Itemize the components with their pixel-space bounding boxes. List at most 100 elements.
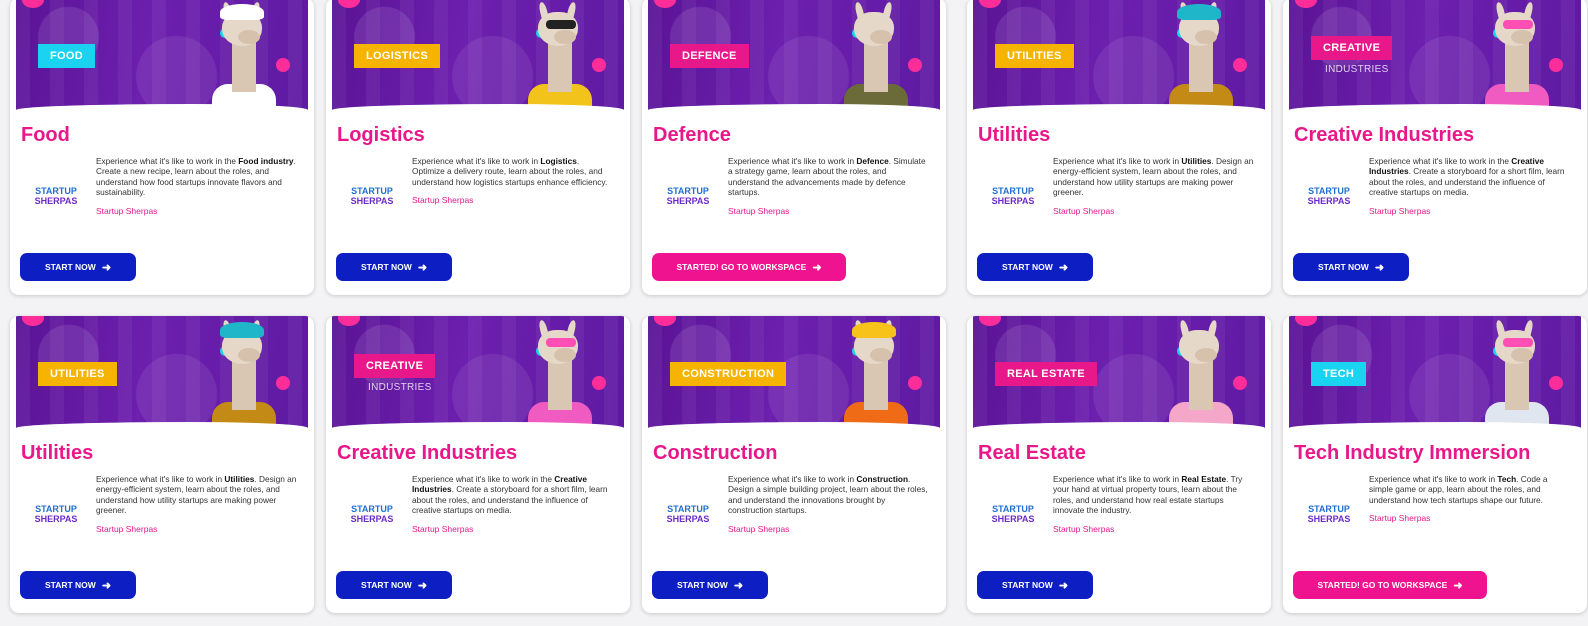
card-title[interactable]: Construction [653, 442, 940, 465]
llama-mascot-icon [844, 319, 908, 428]
card-title[interactable]: Creative Industries [337, 442, 624, 465]
card-description: Experience what it's like to work in Uti… [96, 474, 297, 516]
card-banner: CONSTRUCTION [648, 316, 940, 428]
start-now-button[interactable]: START NOW ➜ [20, 253, 136, 281]
card-description: Experience what it's like to work in Tec… [1369, 474, 1548, 505]
startup-sherpas-logo: STARTUP SHERPAS [34, 504, 78, 524]
organization-name: Startup Sherpas [1369, 205, 1431, 216]
course-card[interactable]: CREATIVE INDUSTRIES Creative Industries … [1283, 0, 1587, 295]
card-description: Experience what it's like to work in the… [1369, 156, 1565, 198]
course-card[interactable]: UTILITIES Utilities STARTUP SHERPAS Expe… [967, 0, 1271, 295]
startup-sherpas-logo: STARTUP SHERPAS [1307, 504, 1351, 524]
llama-mascot-icon [1485, 1, 1549, 110]
category-tag: LOGISTICS [354, 44, 440, 68]
course-card[interactable]: CONSTRUCTION Construction STARTUP SHERPA… [642, 316, 946, 613]
card-text: Experience what it's like to work in Rea… [1053, 474, 1265, 554]
startup-sherpas-logo: STARTUP SHERPAS [350, 504, 394, 524]
organization-name: Startup Sherpas [1369, 513, 1431, 524]
card-description: Experience what it's like to work in Uti… [1053, 156, 1254, 198]
paint-splash [908, 58, 922, 72]
llama-mascot-icon [1169, 1, 1233, 110]
course-card[interactable]: TECH Tech Industry Immersion STARTUP SHE… [1283, 316, 1587, 613]
card-text: Experience what it's like to work in Uti… [96, 474, 308, 554]
card-text: Experience what it's like to work in Def… [728, 156, 940, 236]
card-title[interactable]: Utilities [978, 124, 1265, 147]
arrow-right-icon: ➜ [1058, 261, 1069, 274]
organization-name: Startup Sherpas [728, 205, 790, 216]
paint-splash [1295, 0, 1317, 8]
start-now-button[interactable]: START NOW ➜ [977, 571, 1093, 599]
card-banner: UTILITIES [973, 0, 1265, 110]
arrow-right-icon: ➜ [417, 261, 428, 274]
startup-sherpas-logo: STARTUP SHERPAS [350, 186, 394, 206]
paint-splash [22, 0, 44, 8]
card-banner: DEFENCE [648, 0, 940, 110]
card-banner: UTILITIES [16, 316, 308, 428]
paint-splash [908, 376, 922, 390]
course-card[interactable]: DEFENCE Defence STARTUP SHERPAS Experien… [642, 0, 946, 295]
start-now-button[interactable]: START NOW ➜ [336, 253, 452, 281]
paint-splash [1549, 58, 1563, 72]
paint-splash [592, 376, 606, 390]
organization-name: Startup Sherpas [412, 523, 474, 534]
card-info: STARTUP SHERPAS Experience what it's lik… [1289, 156, 1581, 236]
llama-mascot-icon [212, 1, 276, 110]
arrow-right-icon: ➜ [101, 261, 112, 274]
category-tag-subtitle: INDUSTRIES [368, 382, 432, 393]
course-card[interactable]: LOGISTICS Logistics STARTUP SHERPAS Expe… [326, 0, 630, 295]
course-card[interactable]: CREATIVE INDUSTRIES Creative Industries … [326, 316, 630, 613]
arrow-right-icon: ➜ [812, 261, 822, 274]
category-tag: REAL ESTATE [995, 362, 1097, 386]
paint-splash [1295, 316, 1317, 326]
startup-sherpas-logo: STARTUP SHERPAS [34, 186, 78, 206]
card-text: Experience what it's like to work in Con… [728, 474, 940, 554]
course-card[interactable]: REAL ESTATE Real Estate STARTUP SHERPAS … [967, 316, 1271, 613]
card-title[interactable]: Real Estate [978, 442, 1265, 465]
paint-splash [979, 316, 1001, 326]
card-info: STARTUP SHERPAS Experience what it's lik… [648, 474, 940, 554]
paint-splash [654, 0, 676, 8]
card-description: Experience what it's like to work in Def… [728, 156, 926, 198]
card-title[interactable]: Defence [653, 124, 940, 147]
start-now-button[interactable]: START NOW ➜ [336, 571, 452, 599]
llama-mascot-icon [528, 319, 592, 428]
card-title[interactable]: Utilities [21, 442, 308, 465]
paint-splash [22, 316, 44, 326]
start-now-button[interactable]: START NOW ➜ [977, 253, 1093, 281]
card-description: Experience what it's like to work in Con… [728, 474, 928, 516]
category-tag: UTILITIES [995, 44, 1074, 68]
organization-name: Startup Sherpas [96, 523, 158, 534]
card-info: STARTUP SHERPAS Experience what it's lik… [648, 156, 940, 236]
course-card[interactable]: UTILITIES Utilities STARTUP SHERPAS Expe… [10, 316, 314, 613]
card-title[interactable]: Food [21, 124, 308, 147]
card-banner: REAL ESTATE [973, 316, 1265, 428]
start-now-button[interactable]: START NOW ➜ [1293, 253, 1409, 281]
card-banner: FOOD [16, 0, 308, 110]
card-description: Experience what it's like to work in Rea… [1053, 474, 1243, 516]
card-text: Experience what it's like to work in the… [1369, 156, 1581, 236]
arrow-right-icon: ➜ [1374, 261, 1385, 274]
category-tag: CONSTRUCTION [670, 362, 787, 386]
card-title[interactable]: Tech Industry Immersion [1294, 442, 1581, 465]
paint-splash [1233, 58, 1247, 72]
card-banner: CREATIVE INDUSTRIES [1289, 0, 1581, 110]
card-text: Experience what it's like to work in Uti… [1053, 156, 1265, 236]
start-now-button[interactable]: START NOW ➜ [20, 571, 136, 599]
card-title[interactable]: Creative Industries [1294, 124, 1581, 147]
card-title[interactable]: Logistics [337, 124, 624, 147]
paint-splash [654, 316, 676, 326]
llama-mascot-icon [844, 1, 908, 110]
paint-splash [338, 316, 360, 326]
arrow-right-icon: ➜ [417, 579, 428, 592]
llama-mascot-icon [528, 1, 592, 110]
category-tag-subtitle: INDUSTRIES [1325, 64, 1389, 75]
paint-splash [338, 0, 360, 8]
go-to-workspace-button[interactable]: STARTED! GO TO WORKSPACE ➜ [652, 253, 846, 281]
course-card[interactable]: FOOD Food STARTUP SHERPAS Experience wha… [10, 0, 314, 295]
card-text: Experience what it's like to work in the… [412, 474, 624, 554]
start-now-button[interactable]: START NOW ➜ [652, 571, 768, 599]
category-tag: FOOD [38, 44, 95, 68]
go-to-workspace-button[interactable]: STARTED! GO TO WORKSPACE ➜ [1293, 571, 1487, 599]
organization-name: Startup Sherpas [96, 205, 158, 216]
category-tag: TECH [1311, 362, 1367, 386]
